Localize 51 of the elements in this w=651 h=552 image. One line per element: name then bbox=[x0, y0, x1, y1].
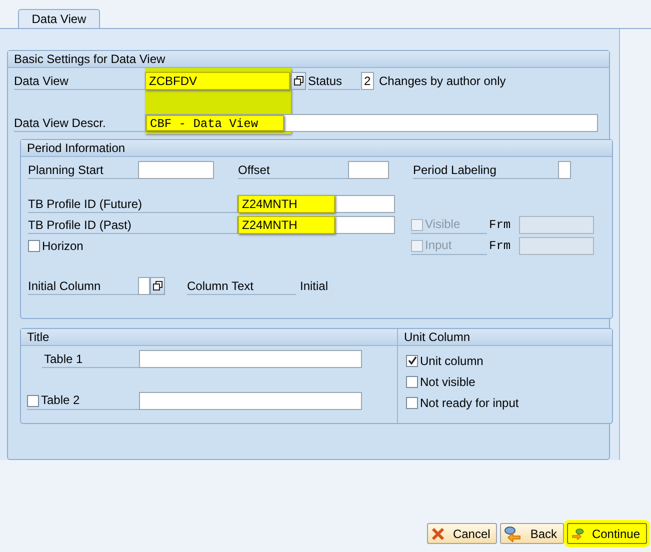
input-field[interactable] bbox=[138, 161, 214, 179]
copy-icon bbox=[152, 281, 162, 291]
checkbox-field: Table 2 bbox=[27, 392, 139, 410]
checkbox[interactable] bbox=[406, 354, 418, 366]
checkbox-field: Unit column bbox=[406, 350, 612, 371]
input-field[interactable] bbox=[139, 392, 362, 410]
copy-icon bbox=[294, 76, 304, 86]
checkbox-field: Not visible bbox=[406, 371, 612, 392]
field-label: TB Profile ID (Future) bbox=[28, 196, 237, 212]
input-field[interactable] bbox=[558, 161, 571, 179]
checkbox-field: Visible bbox=[411, 216, 487, 234]
checkbox-field: Input bbox=[411, 238, 487, 254]
group-title: Unit Column bbox=[404, 330, 470, 344]
column-text-value: Initial bbox=[300, 279, 328, 293]
back-button[interactable]: Back bbox=[500, 523, 564, 544]
field-value: Z24MNTH bbox=[238, 195, 335, 213]
input-field[interactable] bbox=[138, 277, 150, 295]
field-value: CBF - Data View bbox=[146, 115, 284, 131]
group-title: Title bbox=[27, 330, 50, 344]
checkbox[interactable] bbox=[406, 396, 418, 408]
group-title: Period Information bbox=[27, 141, 126, 155]
checkbox-field: Not ready for input bbox=[406, 392, 612, 413]
input-field[interactable]: ZCBFDV bbox=[145, 72, 290, 90]
field-label: TB Profile ID (Past) bbox=[28, 216, 237, 234]
continue-button[interactable]: Continue bbox=[567, 523, 647, 544]
checkbox[interactable] bbox=[27, 394, 39, 406]
checkbox[interactable] bbox=[28, 240, 40, 252]
forward-arrow-icon bbox=[571, 526, 584, 542]
cross-icon bbox=[430, 526, 445, 540]
status-text: Changes by author only bbox=[379, 74, 506, 88]
value-help-button[interactable] bbox=[291, 72, 306, 90]
input-field[interactable] bbox=[348, 161, 389, 179]
field-label: Frm bbox=[489, 239, 512, 253]
field-label: Column Text bbox=[187, 278, 296, 294]
input-field[interactable]: 2 bbox=[361, 72, 374, 90]
checkbox[interactable] bbox=[406, 376, 418, 388]
cancel-button[interactable]: Cancel bbox=[426, 523, 498, 544]
back-arrow-icon bbox=[504, 526, 522, 542]
input-field[interactable] bbox=[139, 350, 362, 368]
checkbox-field: Horizon bbox=[28, 238, 411, 254]
field-label: Frm bbox=[489, 218, 512, 232]
value-help-button[interactable] bbox=[150, 277, 165, 295]
group-title: Basic Settings for Data View bbox=[14, 52, 166, 66]
input-field[interactable] bbox=[519, 216, 594, 234]
input-field[interactable]: Z24MNTH bbox=[237, 195, 395, 213]
field-value: Z24MNTH bbox=[238, 216, 335, 234]
tab[interactable]: Data View bbox=[18, 9, 100, 28]
field-label: Status bbox=[308, 72, 360, 90]
input-field[interactable]: Z24MNTH bbox=[237, 216, 395, 234]
input-field[interactable] bbox=[519, 237, 594, 255]
input-field[interactable]: CBF - Data View bbox=[145, 114, 598, 132]
